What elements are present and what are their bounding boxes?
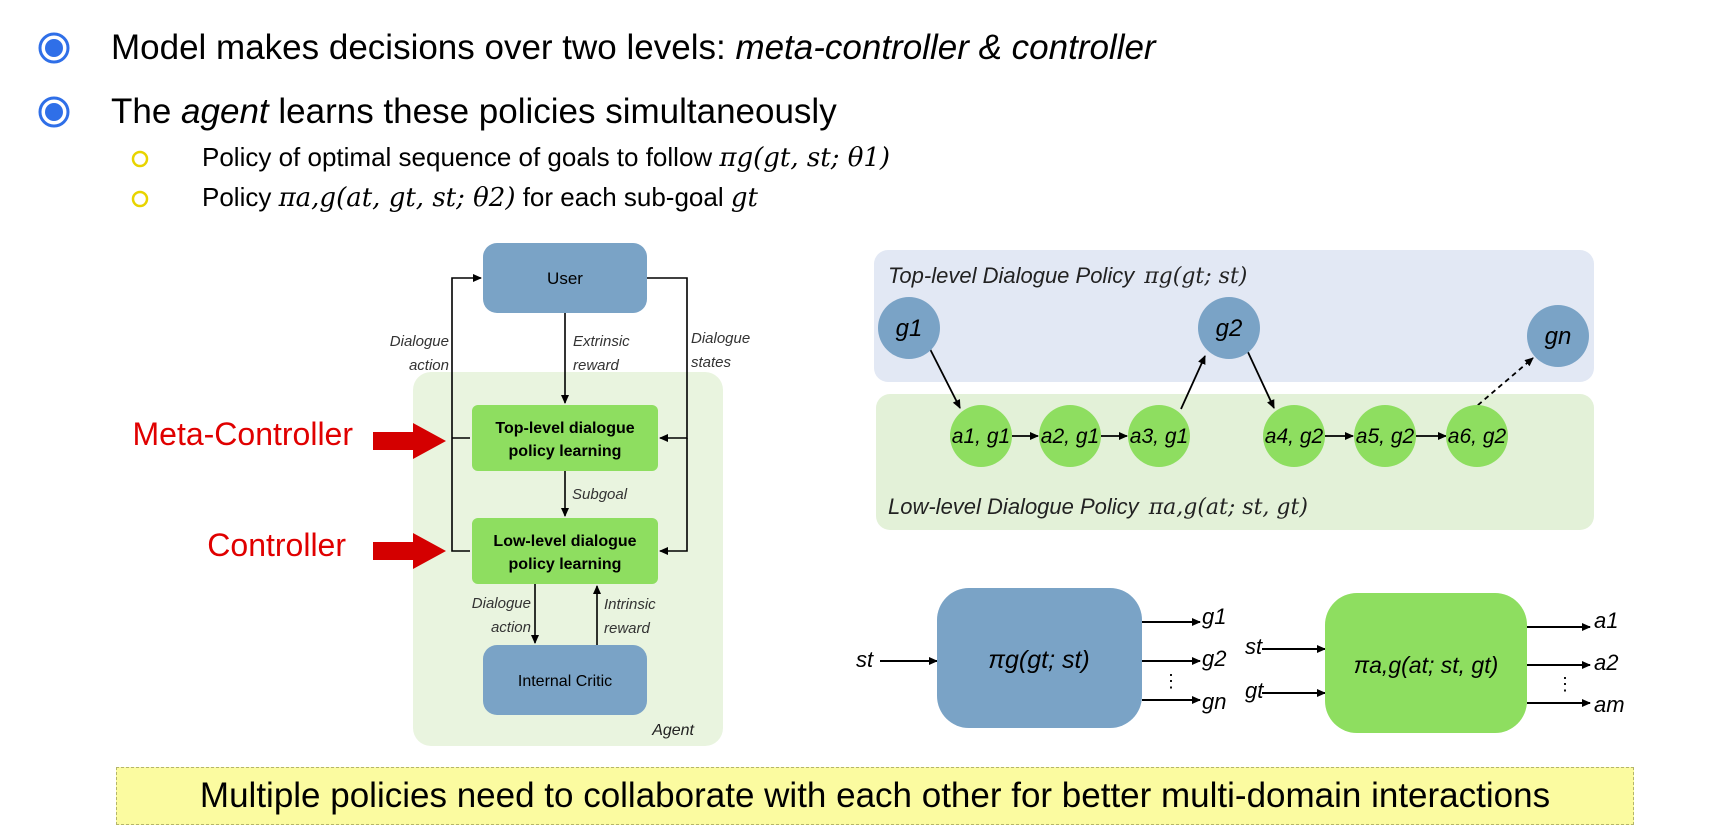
takeaway-banner: Multiple policies need to collaborate wi… <box>116 767 1634 825</box>
goal-label-g2: g2 <box>1216 315 1243 342</box>
user-label: User <box>547 269 583 288</box>
label-dialogue-action-bottom-1: Dialogue <box>472 595 531 612</box>
action-label-5: a5, g2 <box>1356 425 1415 448</box>
label-intrinsic-reward-1: Intrinsic <box>604 596 656 613</box>
action-label-6: a6, g2 <box>1448 425 1507 448</box>
controller-label: Controller <box>207 527 346 563</box>
label-dialogue-action-top-1: Dialogue <box>390 333 449 350</box>
input-gt-right: gt <box>1245 678 1264 703</box>
low-level-label-1: Low-level dialogue <box>493 533 636 550</box>
goal-label-gn: gn <box>1545 323 1572 350</box>
takeaway-text: Multiple policies need to collaborate wi… <box>199 776 1551 815</box>
low-level-label-2: policy learning <box>509 556 622 573</box>
label-dialogue-action-top-2: action <box>409 357 449 374</box>
internal-critic-label: Internal Critic <box>518 673 612 690</box>
label-subgoal: Subgoal <box>572 486 628 503</box>
diagram-canvas: Agent User Top-level dialogue policy lea… <box>132 243 1625 746</box>
meta-policy-label: πg(gt; st) <box>988 646 1090 674</box>
label-dialogue-action-bottom-2: action <box>491 619 531 636</box>
agent-label: Agent <box>651 722 694 739</box>
label-extrinsic-reward-1: Extrinsic <box>573 333 630 350</box>
top-level-box <box>472 405 658 471</box>
label-extrinsic-reward-2: reward <box>573 357 620 374</box>
meta-controller-label: Meta-Controller <box>132 416 353 452</box>
low-level-box <box>472 518 658 584</box>
label-intrinsic-reward-2: reward <box>604 620 651 637</box>
top-level-label-1: Top-level dialogue <box>495 420 634 437</box>
input-st-left: st <box>856 647 874 672</box>
output-g1: g1 <box>1202 604 1226 629</box>
controller-policy-label: πa,g(at; st, gt) <box>1354 652 1499 678</box>
label-dialogue-states-2: states <box>691 354 732 371</box>
action-label-3: a3, g1 <box>1130 425 1188 448</box>
output-a1: a1 <box>1594 608 1618 633</box>
output-a2: a2 <box>1594 650 1618 675</box>
input-st-right: st <box>1245 634 1263 659</box>
output-g2: g2 <box>1202 646 1226 671</box>
top-level-policy-title: Top-level Dialogue Policy πg(gt; st) <box>888 263 1247 289</box>
label-dialogue-states-1: Dialogue <box>691 330 750 347</box>
goal-label-g1: g1 <box>896 315 923 342</box>
action-label-2: a2, g1 <box>1041 425 1099 448</box>
output-dots-right: ⋮ <box>1556 674 1574 694</box>
low-level-policy-title: Low-level Dialogue Policy πa,g(at; st, gt… <box>888 494 1308 520</box>
output-am: am <box>1594 692 1625 717</box>
output-gn: gn <box>1202 689 1226 714</box>
action-label-1: a1, g1 <box>952 425 1010 448</box>
output-dots-left: ⋮ <box>1162 671 1180 691</box>
top-level-label-2: policy learning <box>509 443 622 460</box>
action-label-4: a4, g2 <box>1265 425 1324 448</box>
